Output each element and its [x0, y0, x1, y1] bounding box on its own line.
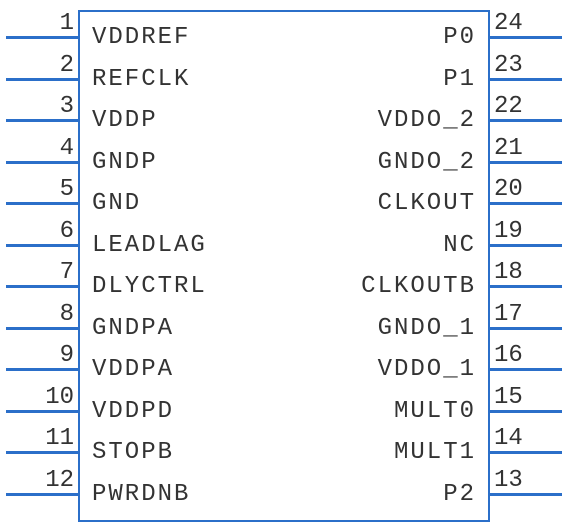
pin-lead-line	[490, 285, 562, 288]
pin-number-right: 13	[494, 467, 550, 494]
pin-number-left: 9	[18, 342, 74, 369]
pin-number-right: 17	[494, 301, 550, 328]
pin-lead-line	[490, 161, 562, 164]
pin-lead-line	[490, 202, 562, 205]
pin-row: 10VDDPD15MULT0	[0, 390, 568, 430]
pin-lead-line	[6, 78, 78, 81]
pin-number-right: 18	[494, 259, 550, 286]
pin-number-left: 3	[18, 93, 74, 120]
pin-label-right: P0	[443, 24, 476, 51]
pin-lead-line	[6, 410, 78, 413]
pin-number-right: 24	[494, 10, 550, 37]
pin-label-right: P2	[443, 481, 476, 508]
pin-label-right: CLKOUTB	[361, 273, 476, 300]
pin-number-right: 20	[494, 176, 550, 203]
pin-label-left: PWRDNB	[92, 481, 190, 508]
pin-number-left: 7	[18, 259, 74, 286]
pin-number-right: 15	[494, 384, 550, 411]
pin-row: 4GNDP21GNDO_2	[0, 141, 568, 181]
pin-label-right: P1	[443, 66, 476, 93]
pin-number-left: 12	[18, 467, 74, 494]
pin-label-left: VDDREF	[92, 24, 190, 51]
pin-label-right: NC	[443, 232, 476, 259]
pin-lead-line	[490, 36, 562, 39]
pin-lead-line	[6, 161, 78, 164]
pin-number-right: 19	[494, 218, 550, 245]
pin-lead-line	[490, 119, 562, 122]
pin-lead-line	[490, 244, 562, 247]
pin-label-right: MULT0	[394, 398, 476, 425]
pin-row: 3VDDP22VDDO_2	[0, 99, 568, 139]
pin-number-left: 10	[18, 384, 74, 411]
pin-row: 1VDDREF24P0	[0, 16, 568, 56]
pin-lead-line	[490, 78, 562, 81]
pin-lead-line	[6, 368, 78, 371]
pin-number-right: 14	[494, 425, 550, 452]
chip-pinout-diagram: 1VDDREF24P02REFCLK23P13VDDP22VDDO_24GNDP…	[0, 0, 568, 532]
pin-lead-line	[6, 244, 78, 247]
pin-number-right: 22	[494, 93, 550, 120]
pin-number-left: 6	[18, 218, 74, 245]
pin-label-right: VDDO_1	[378, 356, 476, 383]
pin-number-left: 11	[18, 425, 74, 452]
pin-label-left: LEADLAG	[92, 232, 207, 259]
pin-lead-line	[490, 410, 562, 413]
pin-label-left: VDDP	[92, 107, 158, 134]
pin-row: 2REFCLK23P1	[0, 58, 568, 98]
pin-label-left: GND	[92, 190, 141, 217]
pin-label-left: GNDP	[92, 149, 158, 176]
pin-label-right: GNDO_2	[378, 149, 476, 176]
pin-row: 9VDDPA16VDDO_1	[0, 348, 568, 388]
pin-lead-line	[6, 36, 78, 39]
pin-number-right: 23	[494, 52, 550, 79]
pin-lead-line	[490, 451, 562, 454]
pin-label-right: CLKOUT	[378, 190, 476, 217]
pin-lead-line	[490, 327, 562, 330]
pin-label-left: REFCLK	[92, 66, 190, 93]
pin-number-right: 21	[494, 135, 550, 162]
pin-label-left: VDDPA	[92, 356, 174, 383]
pin-label-right: VDDO_2	[378, 107, 476, 134]
pin-label-left: DLYCTRL	[92, 273, 207, 300]
pin-lead-line	[490, 368, 562, 371]
pin-lead-line	[6, 493, 78, 496]
pin-number-left: 8	[18, 301, 74, 328]
pin-label-left: STOPB	[92, 439, 174, 466]
pin-number-left: 4	[18, 135, 74, 162]
pin-lead-line	[6, 119, 78, 122]
pin-number-left: 1	[18, 10, 74, 37]
pin-row: 6LEADLAG19NC	[0, 224, 568, 264]
pin-label-left: VDDPD	[92, 398, 174, 425]
pin-number-left: 5	[18, 176, 74, 203]
pin-row: 11STOPB14MULT1	[0, 431, 568, 471]
pin-row: 8GNDPA17GNDO_1	[0, 307, 568, 347]
pin-label-right: GNDO_1	[378, 315, 476, 342]
pin-lead-line	[6, 451, 78, 454]
pin-row: 7DLYCTRL18CLKOUTB	[0, 265, 568, 305]
pin-row: 12PWRDNB13P2	[0, 473, 568, 513]
pin-lead-line	[490, 493, 562, 496]
pin-lead-line	[6, 285, 78, 288]
pin-lead-line	[6, 202, 78, 205]
pin-number-right: 16	[494, 342, 550, 369]
pin-label-right: MULT1	[394, 439, 476, 466]
pin-label-left: GNDPA	[92, 315, 174, 342]
pin-row: 5GND20CLKOUT	[0, 182, 568, 222]
pin-lead-line	[6, 327, 78, 330]
pin-number-left: 2	[18, 52, 74, 79]
